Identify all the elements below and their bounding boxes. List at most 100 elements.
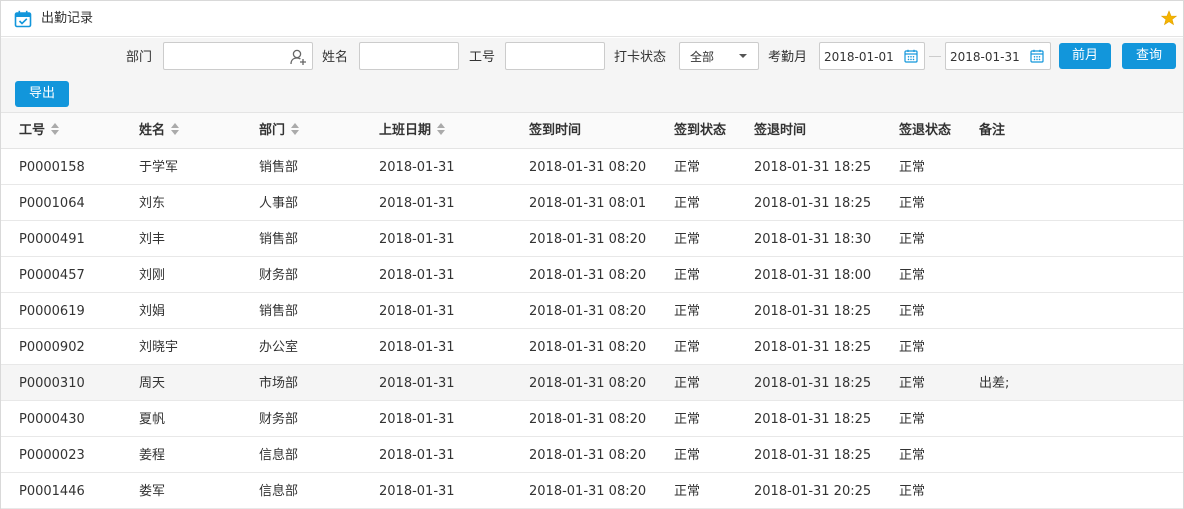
cell-checkin-time: 2018-01-31 08:20	[529, 448, 647, 463]
cell-checkout-time: 2018-01-31 18:00	[754, 268, 872, 283]
cell-checkout-time: 2018-01-31 18:25	[754, 448, 872, 463]
cell-checkout-status: 正常	[899, 160, 926, 175]
column-header-department[interactable]: 部门	[259, 123, 300, 139]
sort-icon[interactable]	[171, 123, 180, 135]
cell-department: 财务部	[259, 268, 299, 283]
cell-checkout-time: 2018-01-31 18:25	[754, 196, 872, 211]
toolbar: 导出	[1, 76, 1183, 113]
select-department-icon[interactable]	[289, 48, 307, 66]
cell-department: 人事部	[259, 196, 299, 211]
cell-work-date: 2018-01-31	[379, 412, 455, 427]
sort-icon[interactable]	[291, 123, 300, 135]
department-label: 部门	[126, 50, 153, 65]
cell-checkout-time: 2018-01-31 20:25	[754, 484, 872, 499]
date-range-separator	[929, 56, 941, 57]
cell-department: 销售部	[259, 304, 299, 319]
cell-checkin-status: 正常	[674, 484, 701, 499]
cell-checkout-status: 正常	[899, 448, 926, 463]
cell-name: 刘丰	[139, 232, 166, 247]
cell-employee-id: P0000430	[19, 412, 85, 427]
cell-department: 销售部	[259, 232, 299, 247]
name-label: 姓名	[322, 50, 349, 65]
attendance-table: 工号 姓名 部门 上班日期 签到时间 签到状态 签退时间 签退状态 备注 P0000158 于学军…	[1, 113, 1183, 509]
star-icon[interactable]	[1161, 10, 1177, 26]
cell-employee-id: P0000902	[19, 340, 85, 355]
cell-employee-id: P0000158	[19, 160, 85, 175]
cell-work-date: 2018-01-31	[379, 304, 455, 319]
cell-checkin-status: 正常	[674, 196, 701, 211]
cell-work-date: 2018-01-31	[379, 376, 455, 391]
date-to-value: 2018-01-31	[950, 50, 1020, 64]
cell-name: 于学军	[139, 160, 179, 175]
department-field[interactable]	[163, 42, 313, 70]
cell-work-date: 2018-01-31	[379, 448, 455, 463]
column-header-work-date[interactable]: 上班日期	[379, 123, 446, 139]
attendance-month-label: 考勤月	[768, 50, 808, 65]
date-from-field[interactable]: 2018-01-01	[819, 42, 925, 70]
name-field[interactable]	[359, 42, 459, 70]
punch-status-label: 打卡状态	[614, 50, 667, 65]
column-header-label: 签到时间	[529, 123, 582, 138]
column-header-label: 签退时间	[754, 123, 807, 138]
prev-month-button[interactable]: 前月	[1059, 43, 1111, 69]
sort-icon[interactable]	[437, 123, 446, 135]
employee-id-field[interactable]	[505, 42, 605, 70]
column-header-name[interactable]: 姓名	[139, 123, 180, 139]
column-header-label: 上班日期	[379, 123, 432, 138]
table-row[interactable]: P0000619 刘娟 销售部 2018-01-31 2018-01-31 08:20 正…	[1, 293, 1183, 329]
query-button[interactable]: 查询	[1122, 43, 1176, 69]
punch-status-value: 全部	[690, 50, 715, 64]
table-row[interactable]: P0000457 刘刚 财务部 2018-01-31 2018-01-31 08:20 正…	[1, 257, 1183, 293]
column-header-checkout-status: 签退状态	[899, 123, 951, 139]
calendar-check-icon	[14, 10, 32, 28]
cell-department: 市场部	[259, 376, 299, 391]
cell-checkin-time: 2018-01-31 08:20	[529, 304, 647, 319]
cell-checkout-time: 2018-01-31 18:30	[754, 232, 872, 247]
page-title: 出勤记录	[41, 11, 94, 26]
cell-work-date: 2018-01-31	[379, 160, 455, 175]
cell-work-date: 2018-01-31	[379, 232, 455, 247]
cell-checkin-time: 2018-01-31 08:20	[529, 484, 647, 499]
cell-checkout-status: 正常	[899, 340, 926, 355]
employee-id-label: 工号	[469, 50, 496, 65]
date-to-field[interactable]: 2018-01-31	[945, 42, 1051, 70]
cell-checkout-status: 正常	[899, 412, 926, 427]
cell-checkin-status: 正常	[674, 340, 701, 355]
cell-checkin-status: 正常	[674, 304, 701, 319]
cell-remark: 出差;	[979, 376, 1010, 391]
table-row[interactable]: P0000310 周天 市场部 2018-01-31 2018-01-31 08:20 正…	[1, 365, 1183, 401]
cell-checkout-time: 2018-01-31 18:25	[754, 376, 872, 391]
sort-icon[interactable]	[51, 123, 60, 135]
cell-checkout-time: 2018-01-31 18:25	[754, 340, 872, 355]
column-header-employee-id[interactable]: 工号	[19, 123, 60, 139]
column-header-checkin-time: 签到时间	[529, 123, 581, 139]
chevron-down-icon	[739, 54, 747, 58]
cell-checkout-status: 正常	[899, 196, 926, 211]
cell-name: 刘娟	[139, 304, 166, 319]
table-row[interactable]: P0000902 刘晓宇 办公室 2018-01-31 2018-01-31 08:20…	[1, 329, 1183, 365]
column-header-label: 签退状态	[899, 123, 952, 138]
calendar-icon[interactable]	[1030, 49, 1044, 63]
calendar-icon[interactable]	[904, 49, 918, 63]
cell-name: 夏帆	[139, 412, 166, 427]
table-body: P0000158 于学军销售部 2018-01-31 2018-01-31 08:20…	[1, 149, 1183, 509]
cell-employee-id: P0000023	[19, 448, 85, 463]
table-row[interactable]: P0000491 刘丰 销售部 2018-01-31 2018-01-31 08:20 正…	[1, 221, 1183, 257]
table-row[interactable]: P0001446 娄军 信息部 2018-01-31 2018-01-31 08:20 正…	[1, 473, 1183, 509]
table-row[interactable]: P0000430 夏帆 财务部 2018-01-31 2018-01-31 08:20 正…	[1, 401, 1183, 437]
cell-employee-id: P0000619	[19, 304, 85, 319]
column-header-label: 工号	[19, 123, 46, 138]
cell-checkin-time: 2018-01-31 08:20	[529, 268, 647, 283]
cell-name: 刘晓宇	[139, 340, 179, 355]
cell-name: 刘东	[139, 196, 166, 211]
cell-checkin-time: 2018-01-31 08:20	[529, 160, 647, 175]
cell-work-date: 2018-01-31	[379, 196, 455, 211]
table-row[interactable]: P0001064 刘东 人事部 2018-01-31 2018-01-31 08:01 正…	[1, 185, 1183, 221]
punch-status-select[interactable]: 全部	[679, 42, 759, 70]
cell-name: 姜程	[139, 448, 166, 463]
table-row[interactable]: P0000023 姜程 信息部 2018-01-31 2018-01-31 08:20 正…	[1, 437, 1183, 473]
table-header: 工号 姓名 部门 上班日期 签到时间 签到状态 签退时间 签退状态 备注	[1, 113, 1183, 149]
table-row[interactable]: P0000158 于学军 销售部 2018-01-31 2018-01-31 08:20…	[1, 149, 1183, 185]
export-button[interactable]: 导出	[15, 81, 69, 107]
column-header-checkin-status: 签到状态	[674, 123, 726, 139]
